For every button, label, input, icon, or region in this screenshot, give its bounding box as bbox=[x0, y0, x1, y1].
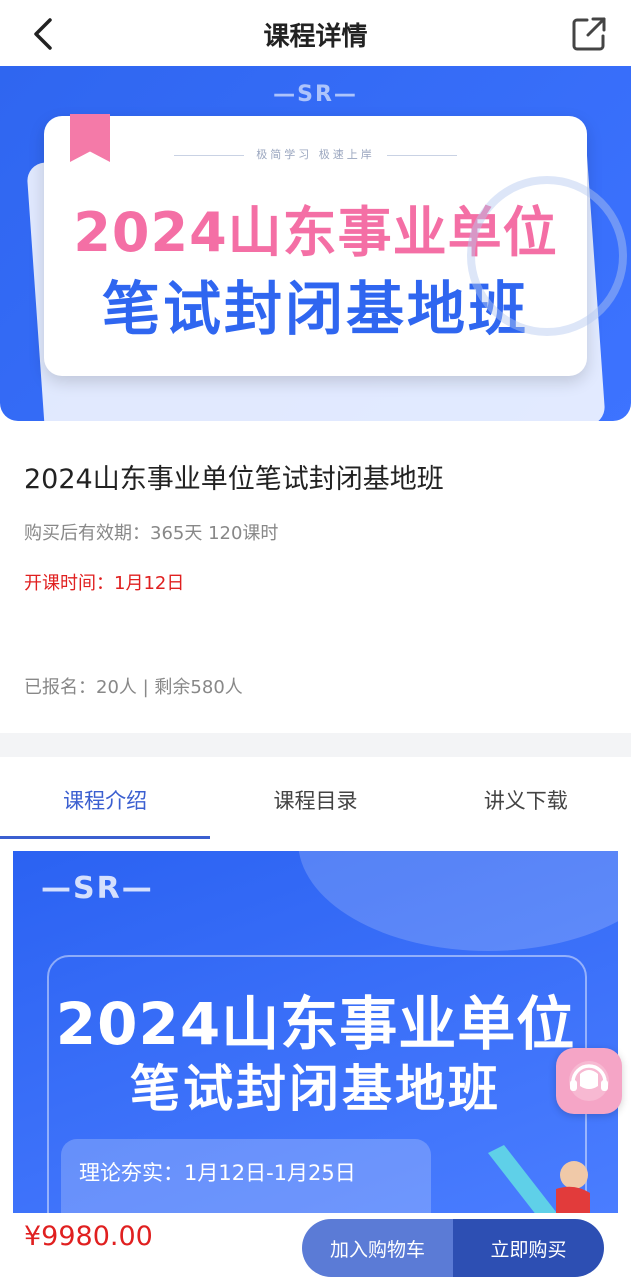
poster-logo: —SR— bbox=[41, 871, 154, 906]
purchase-button-group: 加入购物车 立即购买 bbox=[302, 1219, 604, 1277]
customer-service-button[interactable] bbox=[556, 1048, 622, 1114]
tab-course-catalog[interactable]: 课程目录 bbox=[210, 757, 420, 839]
section-divider bbox=[0, 733, 631, 757]
course-banner: —SR— 极简学习 极速上岸 2024山东事业单位 笔试封闭基地班 bbox=[0, 66, 631, 421]
course-start-time: 开课时间：1月12日 bbox=[24, 573, 185, 594]
page-title: 课程详情 bbox=[263, 22, 368, 52]
clock-decoration-icon bbox=[467, 176, 627, 336]
purchase-bar: ¥9980.00 加入购物车 立即购买 bbox=[0, 1213, 631, 1280]
share-button[interactable] bbox=[567, 12, 611, 56]
poster-schedule: 理论夯实：1月12日-1月25日 bbox=[61, 1139, 431, 1213]
tab-handout-download[interactable]: 讲义下载 bbox=[421, 757, 631, 839]
banner-slogan: 极简学习 极速上岸 bbox=[44, 146, 587, 162]
course-name: 2024山东事业单位笔试封闭基地班 bbox=[24, 464, 444, 495]
top-nav-bar: 课程详情 bbox=[0, 0, 631, 66]
banner-logo: —SR— bbox=[273, 82, 358, 107]
course-price: ¥9980.00 bbox=[24, 1221, 153, 1252]
headset-icon bbox=[569, 1061, 609, 1101]
pencil-illustration-icon bbox=[488, 1145, 590, 1213]
detail-tabs: 课程介绍 课程目录 讲义下载 bbox=[0, 757, 631, 839]
share-icon bbox=[572, 17, 606, 51]
course-enrollment: 已报名：20人 | 剩余580人 bbox=[24, 677, 243, 698]
course-validity: 购买后有效期：365天 120课时 bbox=[24, 523, 279, 544]
course-intro-poster: —SR— 2024山东事业单位 笔试封闭基地班 理论夯实：1月12日-1月25日 bbox=[13, 851, 618, 1213]
tab-course-intro[interactable]: 课程介绍 bbox=[0, 757, 211, 839]
course-info: 2024山东事业单位笔试封闭基地班 购买后有效期：365天 120课时 开课时间… bbox=[0, 421, 631, 733]
buy-now-button[interactable]: 立即购买 bbox=[453, 1219, 604, 1277]
poster-title-line2: 笔试封闭基地班 bbox=[130, 1060, 501, 1118]
poster-schedule-text: 理论夯实：1月12日-1月25日 bbox=[79, 1161, 356, 1185]
poster-wave-decoration bbox=[298, 851, 618, 951]
add-to-cart-button[interactable]: 加入购物车 bbox=[302, 1219, 453, 1277]
banner-card: 极简学习 极速上岸 2024山东事业单位 笔试封闭基地班 bbox=[44, 114, 627, 376]
